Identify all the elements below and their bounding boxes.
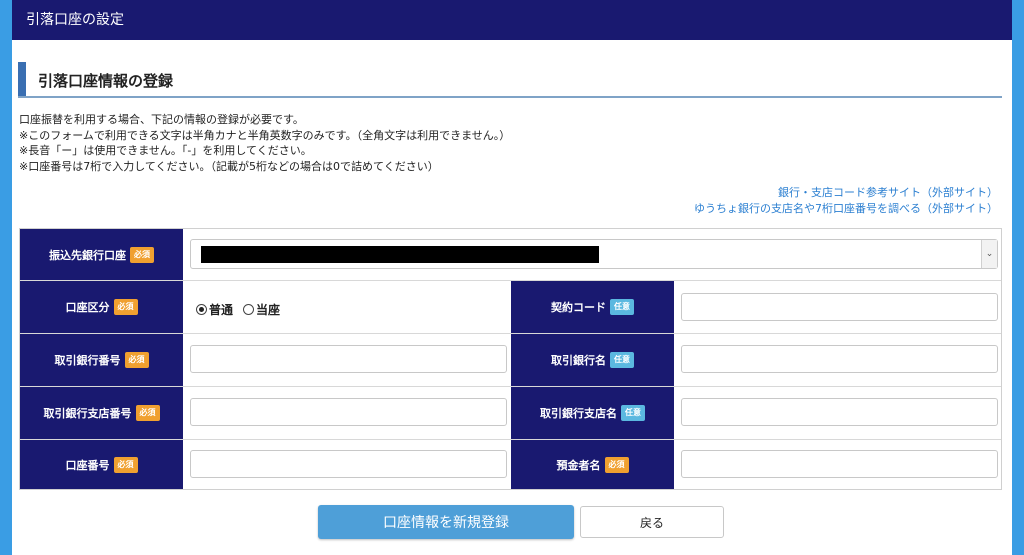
account-number-input[interactable] [190, 450, 507, 478]
account-type-radio-group: 普通 当座 [196, 301, 280, 318]
radio-selected-icon[interactable] [196, 304, 207, 315]
redacted-selection [201, 246, 599, 263]
page-header: 引落口座の設定 [12, 0, 1012, 40]
required-badge: 必須 [604, 456, 629, 473]
branch-code-label: 取引銀行支店番号 [43, 407, 132, 420]
account-number-label-cell: 口座番号 必須 [20, 440, 183, 489]
account-number-label: 口座番号 [65, 458, 110, 472]
bank-account-label: 振込先銀行口座 [49, 248, 126, 262]
branch-name-label-cell: 取引銀行支店名 任意 [511, 387, 674, 439]
section-heading: 引落口座情報の登録 [18, 62, 1002, 98]
note-line: ※このフォームで利用できる文字は半角カナと半角英数字のみです。（全角文字は利用で… [19, 128, 511, 142]
account-type-label: 口座区分 [65, 301, 110, 314]
account-holder-label: 預金者名 [556, 458, 601, 472]
branch-code-label-cell: 取引銀行支店番号 必須 [20, 387, 183, 439]
account-holder-input[interactable] [681, 450, 998, 478]
back-button[interactable]: 戻る [580, 506, 724, 538]
section-accent-bar [18, 62, 26, 96]
optional-badge: 任意 [610, 299, 634, 315]
radio-unselected-icon[interactable] [243, 304, 255, 315]
bank-account-label-cell: 振込先銀行口座 必須 [20, 229, 183, 280]
radio-toza[interactable]: 当座 [243, 301, 280, 318]
branch-name-label: 取引銀行支店名 [540, 407, 617, 420]
bank-account-select[interactable]: ⌄ [190, 239, 998, 269]
required-badge: 必須 [113, 299, 138, 315]
section-title: 引落口座情報の登録 [38, 72, 174, 90]
radio-futsu[interactable]: 普通 [196, 301, 233, 318]
account-type-label-cell: 口座区分 必須 [20, 281, 183, 333]
contract-code-label-cell: 契約コード 任意 [511, 281, 674, 333]
register-account-button[interactable]: 口座情報を新規登録 [318, 505, 574, 539]
note-line: ※口座番号は7桁で入力してください。（記載が5桁などの場合は0で詰めてください） [19, 159, 439, 173]
branch-name-input[interactable] [681, 398, 998, 426]
required-badge: 必須 [130, 246, 154, 263]
optional-badge: 任意 [621, 405, 645, 421]
bank-name-label-cell: 取引銀行名 任意 [511, 334, 674, 386]
branch-code-input[interactable] [190, 398, 507, 426]
required-badge: 必須 [135, 405, 160, 421]
optional-badge: 任意 [610, 352, 634, 368]
radio-toza-label: 当座 [256, 303, 281, 317]
instruction-notes: 口座振替を利用する場合、下記の情報の登録が必要です。 ※このフォームで利用できる… [19, 112, 510, 174]
required-badge: 必須 [124, 352, 149, 368]
yucho-lookup-link[interactable]: ゆうちょ銀行の支店名や7桁口座番号を調べる（外部サイト） [694, 201, 998, 217]
bank-code-reference-link[interactable]: 銀行・支店コード参考サイト（外部サイト） [694, 185, 998, 201]
bank-code-label-cell: 取引銀行番号 必須 [20, 334, 183, 386]
page-title: 引落口座の設定 [26, 12, 124, 28]
bank-code-label: 取引銀行番号 [54, 354, 121, 367]
note-line: 口座振替を利用する場合、下記の情報の登録が必要です。 [19, 113, 304, 126]
contract-code-label: 契約コード [551, 301, 606, 314]
bank-code-input[interactable] [190, 345, 507, 373]
bank-name-label: 取引銀行名 [551, 354, 606, 367]
bank-name-input[interactable] [681, 345, 998, 373]
account-holder-label-cell: 預金者名 必須 [511, 440, 674, 489]
note-line: ※長音「ー」は使用できません。「-」を利用してください。 [19, 144, 312, 157]
account-form: 振込先銀行口座 必須 ⌄ 口座区分 必須 普通 当座 契約コード 任意 取引銀行… [19, 228, 1002, 490]
contract-code-input[interactable] [681, 293, 998, 321]
radio-futsu-label: 普通 [209, 303, 234, 317]
chevron-down-icon[interactable]: ⌄ [981, 240, 997, 268]
external-links: 銀行・支店コード参考サイト（外部サイト） ゆうちょ銀行の支店名や7桁口座番号を調… [694, 185, 998, 217]
page-frame: 引落口座の設定 引落口座情報の登録 口座振替を利用する場合、下記の情報の登録が必… [12, 0, 1012, 555]
required-badge: 必須 [113, 456, 138, 473]
